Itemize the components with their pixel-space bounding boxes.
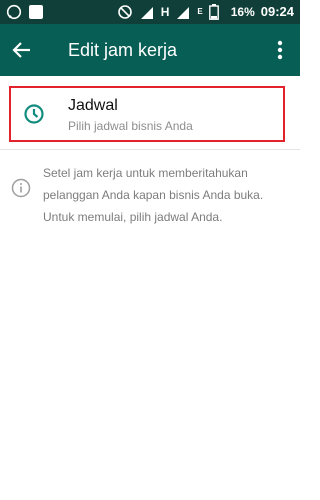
battery-percent: 16% bbox=[230, 5, 255, 19]
whatsapp-icon bbox=[6, 4, 22, 20]
battery-icon bbox=[208, 4, 225, 20]
schedule-item[interactable]: Jadwal Pilih jadwal bisnis Anda bbox=[9, 86, 285, 142]
schedule-subtitle: Pilih jadwal bisnis Anda bbox=[68, 119, 193, 133]
do-not-disturb-icon bbox=[117, 4, 133, 20]
status-bar: H E 16% 09:24 bbox=[0, 0, 300, 24]
app-bar: Edit jam kerja bbox=[0, 24, 300, 76]
back-arrow-icon[interactable] bbox=[8, 36, 36, 64]
more-options-icon[interactable] bbox=[268, 36, 292, 64]
clock-icon bbox=[22, 102, 46, 126]
notification-square-icon bbox=[28, 4, 44, 20]
signal-icon-2 bbox=[175, 4, 191, 20]
page-title: Edit jam kerja bbox=[68, 40, 178, 60]
network-type-h: H bbox=[160, 5, 170, 19]
signal-icon bbox=[139, 4, 155, 20]
info-text: Setel jam kerja untuk memberitahukan pel… bbox=[43, 166, 264, 224]
info-icon bbox=[11, 178, 31, 198]
clock-time: 09:24 bbox=[260, 4, 294, 19]
divider bbox=[0, 149, 300, 150]
network-type-e: E bbox=[197, 7, 203, 16]
schedule-title: Jadwal bbox=[68, 97, 118, 114]
